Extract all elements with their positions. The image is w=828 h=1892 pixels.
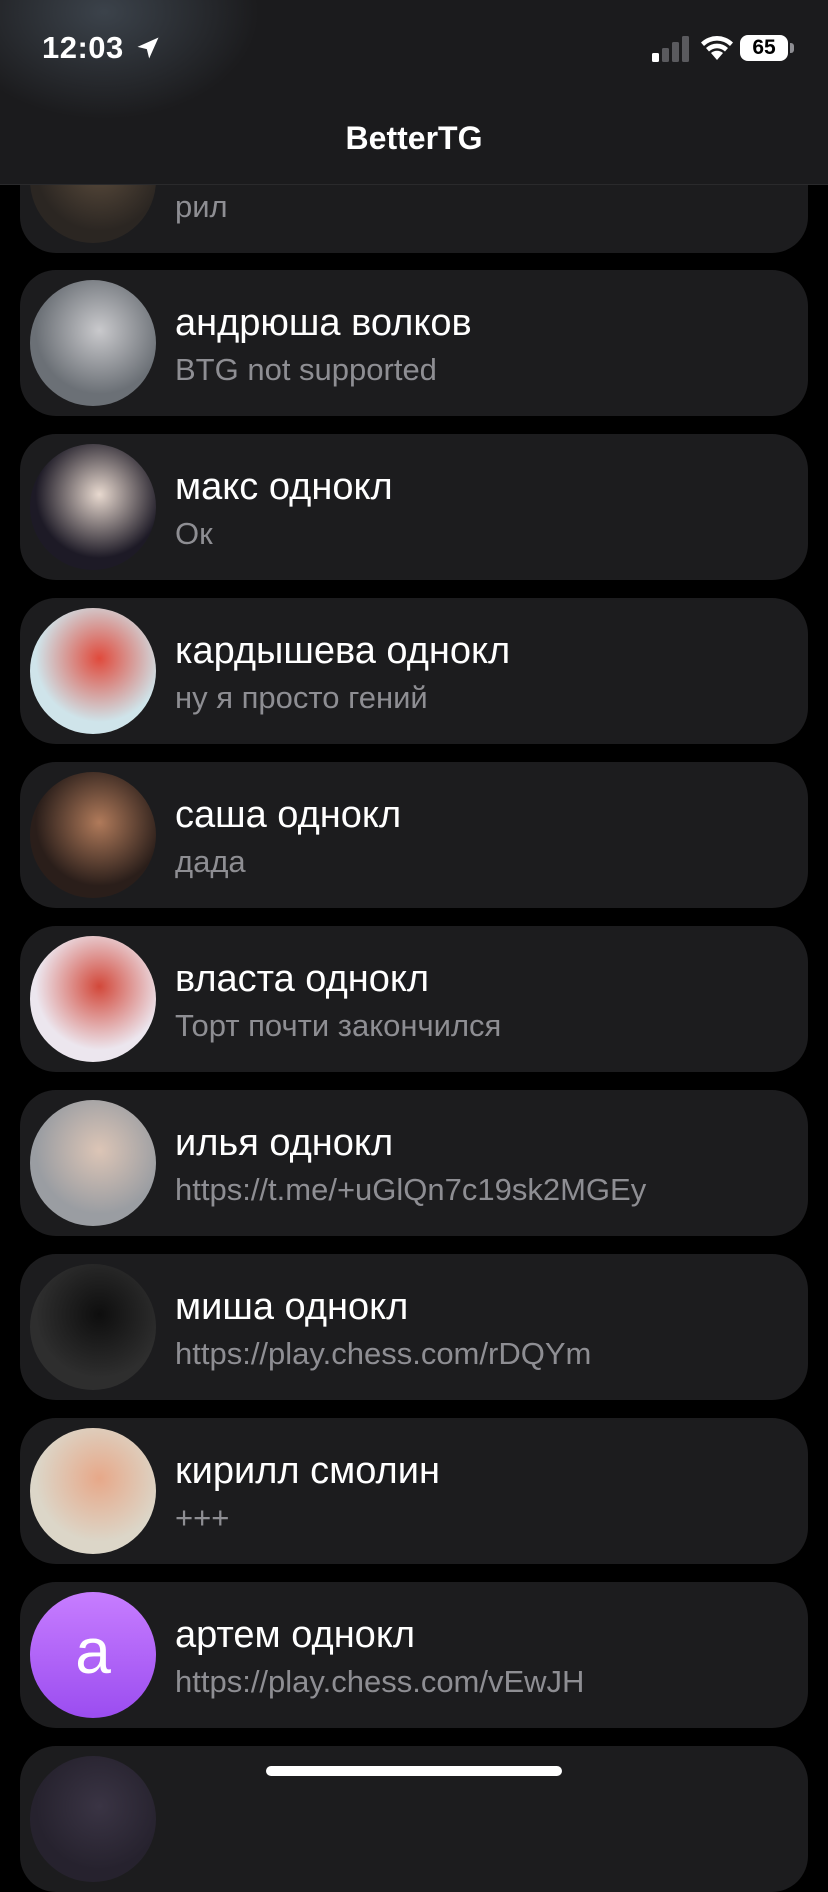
cellular-signal-icon: [652, 36, 689, 62]
chat-name: андрюша волков: [175, 302, 472, 344]
avatar: [30, 772, 156, 898]
chat-last-message: ну я просто гений: [175, 680, 428, 715]
avatar: [30, 1264, 156, 1390]
chat-last-message: BTG not supported: [175, 352, 437, 387]
avatar: [30, 936, 156, 1062]
chat-last-message: https://play.chess.com/vEwJH: [175, 1664, 585, 1699]
avatar: а: [30, 1592, 156, 1718]
chat-last-message: Торт почти закончился: [175, 1008, 502, 1043]
chat-name: кардышева однокл: [175, 630, 511, 672]
chat-name: кирилл смолин: [175, 1450, 440, 1492]
chat-name: илья однокл: [175, 1122, 394, 1164]
chat-list-item[interactable]: илья однокл https://t.me/+uGlQn7c19sk2MGE…: [20, 1090, 808, 1236]
chat-name: артем однокл: [175, 1614, 416, 1656]
avatar: [30, 1428, 156, 1554]
avatar: [30, 1100, 156, 1226]
chat-last-message: https://t.me/+uGlQn7c19sk2MGEy: [175, 1172, 647, 1207]
chat-list-item[interactable]: власта однокл Торт почти закончился: [20, 926, 808, 1072]
battery-level: 65: [740, 35, 788, 61]
home-indicator[interactable]: [266, 1766, 562, 1776]
chat-name: власта однокл: [175, 958, 430, 1000]
chat-last-message: рил: [175, 189, 228, 224]
chat-last-message: Ок: [175, 516, 213, 551]
chat-name: макс однокл: [175, 466, 393, 508]
avatar-initial: а: [75, 1615, 111, 1687]
navigation-bar: 12:03 65 BetterTG: [0, 0, 828, 185]
page-title: BetterTG: [345, 120, 483, 156]
chat-name: миша однокл: [175, 1286, 409, 1328]
chat-name: саша однокл: [175, 794, 402, 836]
chat-list-item[interactable]: саша однокл дада: [20, 762, 808, 908]
chat-list-item[interactable]: андрюша волков BTG not supported: [20, 270, 808, 416]
battery-cap: [790, 43, 794, 53]
chat-list-item[interactable]: кирилл смолин +++: [20, 1418, 808, 1564]
chat-list-item[interactable]: а артем однокл https://play.chess.com/vEwJ…: [20, 1582, 808, 1728]
location-arrow-icon: [137, 37, 159, 59]
avatar: [30, 280, 156, 406]
chat-list-item[interactable]: миша однокл https://play.chess.com/rDQYm: [20, 1254, 808, 1400]
chat-last-message: +++: [175, 1500, 230, 1535]
avatar: [30, 444, 156, 570]
status-time: 12:03: [42, 30, 124, 65]
wifi-icon: [701, 36, 733, 60]
chat-last-message: дада: [175, 844, 246, 879]
chat-list-item[interactable]: макс однокл Ок: [20, 434, 808, 580]
chat-last-message: https://play.chess.com/rDQYm: [175, 1336, 592, 1371]
avatar: [30, 608, 156, 734]
chat-list-item[interactable]: кардышева однокл ну я просто гений: [20, 598, 808, 744]
avatar: [30, 1756, 156, 1882]
